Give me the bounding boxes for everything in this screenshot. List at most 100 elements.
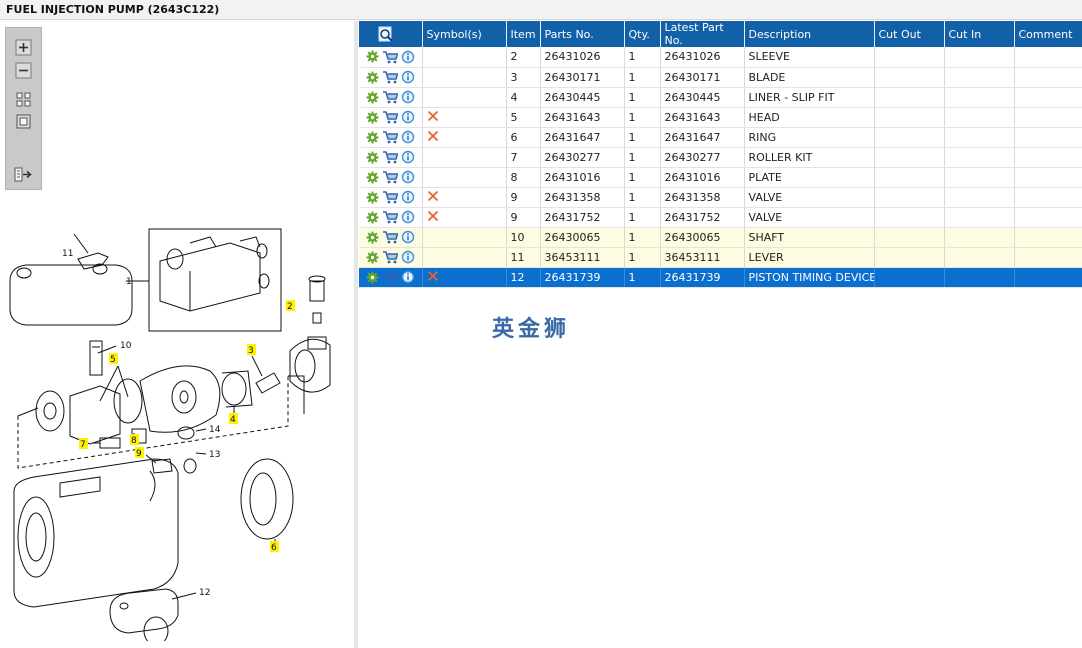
header-actions[interactable] — [359, 21, 423, 47]
row-part-no: 26431026 — [540, 47, 625, 68]
header-qty[interactable]: Qty. — [624, 21, 661, 47]
cart-icon[interactable] — [382, 250, 398, 264]
cart-icon[interactable] — [382, 70, 398, 84]
export-button[interactable] — [13, 165, 34, 184]
cart-icon[interactable] — [382, 230, 398, 244]
header-cut-in[interactable]: Cut In — [944, 21, 1015, 47]
cart-icon[interactable] — [382, 270, 398, 284]
header-comment[interactable]: Comment — [1014, 21, 1082, 47]
info-icon[interactable] — [401, 210, 415, 224]
row-symbol — [422, 87, 507, 108]
info-icon[interactable] — [401, 110, 415, 124]
table-row[interactable]: 7 26430277 1 26430277 ROLLER KIT — [359, 147, 1082, 168]
cart-icon[interactable] — [382, 170, 398, 184]
table-row[interactable]: 10 26430065 1 26430065 SHAFT — [359, 227, 1082, 248]
row-comment — [1014, 87, 1082, 108]
cart-icon[interactable] — [382, 110, 398, 124]
row-actions — [359, 47, 423, 68]
table-row[interactable]: 9 26431358 1 26431358 VALVE — [359, 187, 1082, 208]
row-description: SHAFT — [744, 227, 875, 248]
info-icon[interactable] — [401, 270, 415, 284]
row-latest-part-no: 26431358 — [660, 187, 745, 208]
zoom-in-button[interactable] — [13, 38, 34, 57]
header-symbols[interactable]: Symbol(s) — [422, 21, 507, 47]
table-row[interactable]: 3 26430171 1 26430171 BLADE — [359, 67, 1082, 88]
info-icon[interactable] — [401, 90, 415, 104]
cart-icon[interactable] — [382, 150, 398, 164]
gear-icon[interactable] — [366, 271, 379, 284]
zoom-out-button[interactable] — [13, 61, 34, 80]
row-latest-part-no: 26430277 — [660, 147, 745, 168]
callout-5: 5 — [110, 355, 116, 365]
cover-part — [9, 264, 133, 326]
header-parts-no[interactable]: Parts No. — [540, 21, 625, 47]
row-comment — [1014, 167, 1082, 188]
row-latest-part-no: 26431752 — [660, 207, 745, 228]
info-icon[interactable] — [401, 50, 415, 64]
cart-icon[interactable] — [382, 210, 398, 224]
parts-table: Symbol(s) Item Parts No. Qty. Latest Par… — [359, 21, 1082, 288]
header-item[interactable]: Item — [506, 21, 541, 47]
header-cut-out[interactable]: Cut Out — [874, 21, 945, 47]
ring-part — [240, 458, 294, 540]
row-cut-in — [944, 247, 1015, 268]
row-comment — [1014, 247, 1082, 268]
table-row[interactable]: 11 36453111 1 36453111 LEVER — [359, 247, 1082, 268]
info-icon[interactable] — [401, 70, 415, 84]
row-part-no: 26430277 — [540, 147, 625, 168]
cross-mark-icon — [427, 270, 438, 281]
info-icon[interactable] — [401, 230, 415, 244]
info-icon[interactable] — [401, 190, 415, 204]
row-qty: 1 — [624, 127, 661, 148]
table-row[interactable]: 2 26431026 1 26431026 SLEEVE — [359, 47, 1082, 68]
gear-icon[interactable] — [366, 191, 379, 204]
actual-size-button[interactable] — [13, 112, 34, 131]
header-latest-part-no[interactable]: Latest Part No. — [660, 21, 745, 47]
table-row[interactable]: 6 26431647 1 26431647 RING — [359, 127, 1082, 148]
table-row[interactable]: 4 26430445 1 26430445 LINER - SLIP FIT — [359, 87, 1082, 108]
gear-icon[interactable] — [366, 111, 379, 124]
gear-icon[interactable] — [366, 231, 379, 244]
table-row[interactable]: 8 26431016 1 26431016 PLATE — [359, 167, 1082, 188]
row-cut-out — [874, 167, 945, 188]
callout-9: 9 — [136, 449, 142, 459]
row-latest-part-no: 26431643 — [660, 107, 745, 128]
table-row[interactable]: 9 26431752 1 26431752 VALVE — [359, 207, 1082, 228]
callout-4: 4 — [230, 415, 236, 425]
info-icon[interactable] — [401, 130, 415, 144]
gear-icon[interactable] — [366, 171, 379, 184]
table-row[interactable]: 5 26431643 1 26431643 HEAD — [359, 107, 1082, 128]
fit-all-button[interactable] — [13, 90, 34, 109]
row-cut-out — [874, 147, 945, 168]
cart-icon[interactable] — [382, 130, 398, 144]
row-symbol — [422, 127, 507, 148]
row-item: 5 — [506, 107, 541, 128]
row-cut-in — [944, 87, 1015, 108]
table-row[interactable]: 12 26431739 1 26431739 PISTON TIMING DEVICE — [359, 267, 1082, 288]
callout-3: 3 — [248, 346, 254, 356]
callout-7: 7 — [80, 440, 86, 450]
gear-icon[interactable] — [366, 71, 379, 84]
gear-icon[interactable] — [366, 251, 379, 264]
row-cut-in — [944, 227, 1015, 248]
cart-icon[interactable] — [382, 90, 398, 104]
info-icon[interactable] — [401, 150, 415, 164]
row-cut-out — [874, 107, 945, 128]
gear-icon[interactable] — [366, 151, 379, 164]
row-comment — [1014, 267, 1082, 288]
info-icon[interactable] — [401, 170, 415, 184]
row-part-no: 26430171 — [540, 67, 625, 88]
row-cut-in — [944, 127, 1015, 148]
cart-icon[interactable] — [382, 190, 398, 204]
header-description[interactable]: Description — [744, 21, 875, 47]
pane-splitter[interactable] — [354, 21, 358, 648]
row-latest-part-no: 26431647 — [660, 127, 745, 148]
gear-icon[interactable] — [366, 91, 379, 104]
row-symbol — [422, 167, 507, 188]
info-icon[interactable] — [401, 250, 415, 264]
gear-icon[interactable] — [366, 131, 379, 144]
gear-icon[interactable] — [366, 50, 379, 63]
gear-icon[interactable] — [366, 211, 379, 224]
cart-icon[interactable] — [382, 50, 398, 64]
row-part-no: 26431739 — [540, 267, 625, 288]
